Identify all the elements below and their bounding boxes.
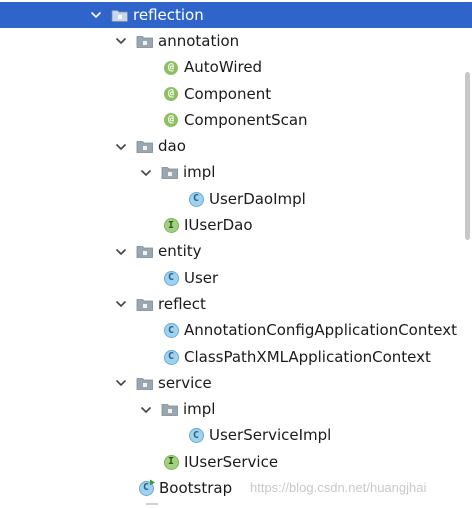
- tree-row-componentscan[interactable]: @ ComponentScan: [0, 107, 472, 133]
- tree-row-label: UserDaoImpl: [209, 189, 306, 208]
- package-folder-icon: [136, 138, 154, 156]
- chevron-down-icon[interactable]: [138, 402, 154, 418]
- tree-row-annotation[interactable]: annotation: [0, 28, 472, 54]
- chevron-down-icon[interactable]: [88, 7, 104, 23]
- tree-row-iuserservice[interactable]: I IUserService: [0, 449, 472, 475]
- tree-row-component[interactable]: @ Component: [0, 81, 472, 107]
- tree-row-label: AutoWired: [184, 58, 263, 77]
- vertical-scrollbar[interactable]: [465, 72, 470, 240]
- tree-row-service[interactable]: service: [0, 370, 472, 396]
- tree-row-label: reflect: [158, 294, 206, 313]
- tree-row-label: IUserDao: [184, 216, 253, 235]
- tree-row-label: entity: [158, 242, 202, 261]
- tree-row-label: ClassPathXMLApplicationContext: [184, 347, 431, 366]
- tree-row-label: ComponentScan: [184, 110, 308, 129]
- package-folder-icon: [136, 32, 154, 50]
- tree-row-classpathxmlapplicationcontext[interactable]: C ClassPathXMLApplicationContext: [0, 344, 472, 370]
- runnable-class-icon: C: [137, 479, 155, 497]
- tree-row-entity[interactable]: entity: [0, 239, 472, 265]
- next-row-hint: [146, 503, 158, 505]
- tree-row-reflection[interactable]: reflection: [0, 2, 472, 29]
- package-folder-icon: [161, 401, 179, 419]
- chevron-down-icon[interactable]: [113, 244, 129, 260]
- annotation-icon: @: [162, 111, 180, 129]
- package-folder-icon: [161, 164, 179, 182]
- tree-row-label: AnnotationConfigApplicationContext: [184, 321, 457, 340]
- tree-row-label: impl: [183, 163, 216, 182]
- tree-row-label: User: [184, 268, 219, 287]
- tree-row-label: impl: [183, 400, 216, 419]
- tree-row-annotationconfigapplicationcontext[interactable]: C AnnotationConfigApplicationContext: [0, 318, 472, 344]
- class-icon: C: [162, 348, 180, 366]
- tree-row-label: annotation: [158, 31, 240, 50]
- package-folder-icon: [111, 6, 129, 24]
- annotation-icon: @: [162, 59, 180, 77]
- package-folder-icon: [136, 243, 154, 261]
- tree-row-iuserdao[interactable]: I IUserDao: [0, 212, 472, 238]
- watermark: https://blog.csdn.net/huangjhai: [250, 480, 427, 495]
- project-tree: reflection annotation @ AutoWired @ Component…: [0, 2, 472, 502]
- class-icon: C: [162, 322, 180, 340]
- tree-row-user[interactable]: C User: [0, 265, 472, 291]
- chevron-down-icon[interactable]: [113, 139, 129, 155]
- tree-row-label: IUserService: [184, 452, 279, 471]
- tree-row-label: reflection: [133, 5, 204, 24]
- package-folder-icon: [136, 374, 154, 392]
- tree-row-impl[interactable]: impl: [0, 160, 472, 186]
- interface-icon: I: [162, 453, 180, 471]
- chevron-down-icon[interactable]: [138, 165, 154, 181]
- class-icon: C: [187, 427, 205, 445]
- tree-row-userdaoimpl[interactable]: C UserDaoImpl: [0, 186, 472, 212]
- tree-row-autowired[interactable]: @ AutoWired: [0, 55, 472, 81]
- chevron-down-icon[interactable]: [113, 375, 129, 391]
- class-icon: C: [162, 269, 180, 287]
- interface-icon: I: [162, 217, 180, 235]
- tree-row-label: Component: [184, 84, 272, 103]
- tree-row-reflect[interactable]: reflect: [0, 291, 472, 317]
- class-icon: C: [187, 190, 205, 208]
- tree-row-label: service: [158, 373, 212, 392]
- tree-row-dao[interactable]: dao: [0, 133, 472, 159]
- package-folder-icon: [136, 295, 154, 313]
- tree-row-impl[interactable]: impl: [0, 396, 472, 422]
- tree-row-label: UserServiceImpl: [209, 426, 332, 445]
- chevron-down-icon[interactable]: [113, 296, 129, 312]
- tree-row-label: dao: [158, 137, 186, 156]
- annotation-icon: @: [162, 85, 180, 103]
- tree-row-label: Bootstrap: [159, 478, 233, 497]
- tree-row-userserviceimpl[interactable]: C UserServiceImpl: [0, 423, 472, 449]
- chevron-down-icon[interactable]: [113, 33, 129, 49]
